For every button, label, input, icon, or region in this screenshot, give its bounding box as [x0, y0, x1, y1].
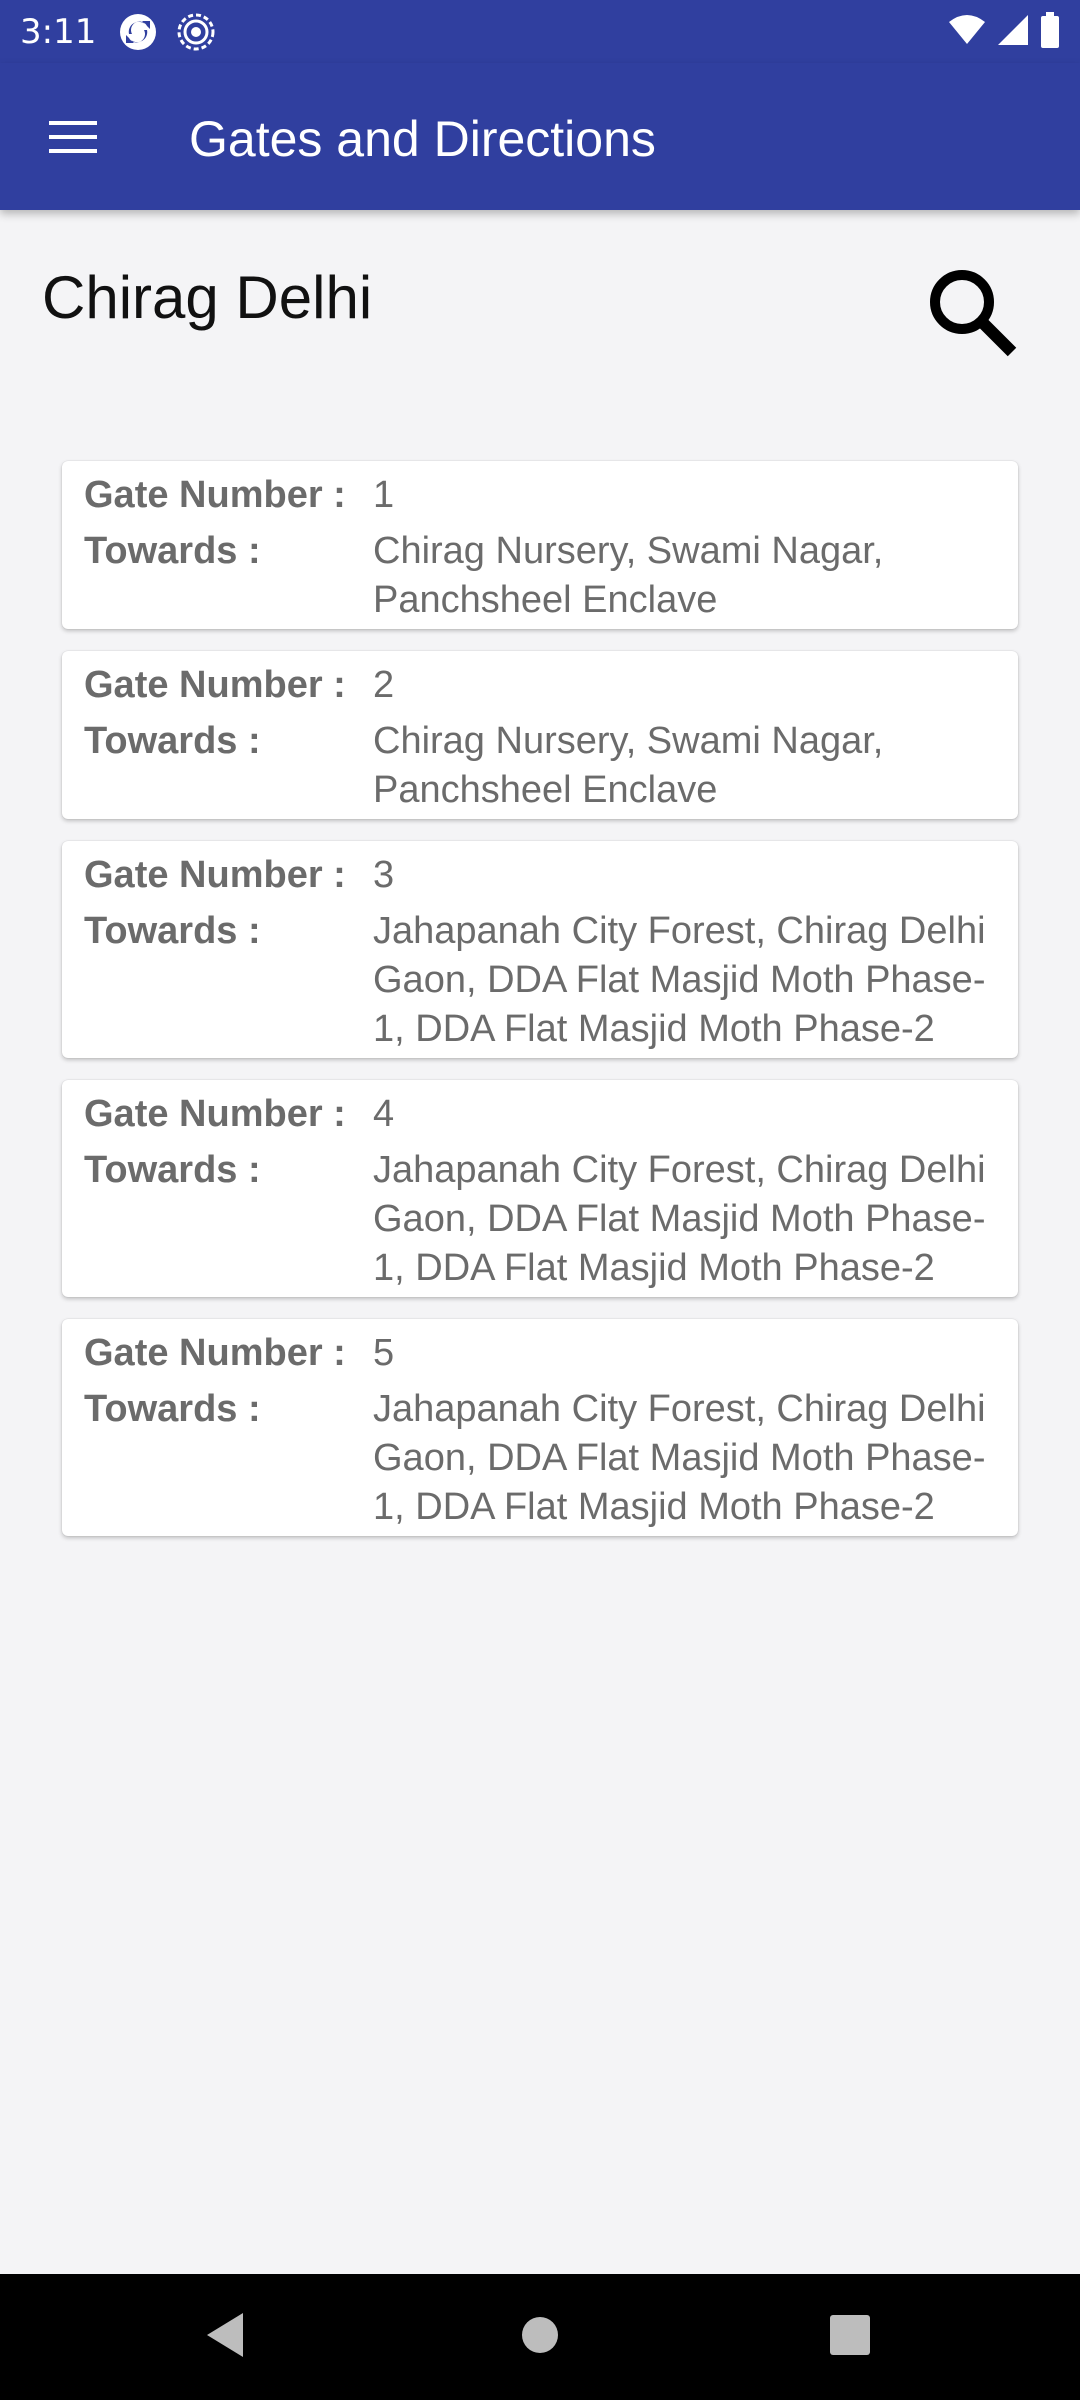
navigation-bar — [0, 2274, 1080, 2400]
towards-value: Jahapanah City Forest, Chirag Delhi Gaon… — [373, 1388, 986, 1528]
recents-button[interactable] — [810, 2297, 890, 2377]
app-bar: Gates and Directions — [0, 63, 1080, 210]
recents-icon — [829, 2314, 871, 2361]
gate-list: Gate Number : 1 Towards : Chirag Nursery… — [62, 461, 1018, 1558]
towards-row: Towards : Jahapanah City Forest, Chirag … — [84, 1385, 1004, 1532]
hamburger-menu-icon — [49, 119, 99, 160]
gate-number-value: 2 — [373, 664, 395, 706]
gate-number-value: 4 — [373, 1093, 395, 1135]
gate-card[interactable]: Gate Number : 5 Towards : Jahapanah City… — [62, 1319, 1018, 1536]
station-name: Chirag Delhi — [42, 264, 373, 331]
wifi-icon — [948, 14, 986, 51]
home-button[interactable] — [500, 2297, 580, 2377]
towards-row: Towards : Jahapanah City Forest, Chirag … — [84, 907, 1004, 1054]
towards-row: Towards : Chirag Nursery, Swami Nagar, P… — [84, 527, 1004, 625]
towards-value: Chirag Nursery, Swami Nagar, Panchsheel … — [373, 720, 884, 811]
towards-label: Towards : — [84, 1388, 261, 1430]
menu-button[interactable] — [30, 103, 118, 175]
search-button[interactable] — [916, 258, 1028, 370]
towards-label: Towards : — [84, 720, 261, 762]
status-bar: 3:11 — [0, 0, 1080, 63]
gate-number-value: 3 — [373, 854, 395, 896]
towards-value: Chirag Nursery, Swami Nagar, Panchsheel … — [373, 530, 884, 621]
gate-number-row: Gate Number : 3 — [84, 851, 1004, 899]
back-button[interactable] — [185, 2297, 265, 2377]
towards-value: Jahapanah City Forest, Chirag Delhi Gaon… — [373, 1149, 986, 1289]
sync-icon — [118, 12, 158, 52]
towards-label: Towards : — [84, 1149, 261, 1191]
gate-number-label: Gate Number : — [84, 474, 346, 516]
gate-number-row: Gate Number : 4 — [84, 1090, 1004, 1138]
battery-icon — [1040, 11, 1060, 53]
gate-number-value: 1 — [373, 474, 395, 516]
gate-number-label: Gate Number : — [84, 1093, 346, 1135]
status-icons-right — [948, 11, 1060, 53]
towards-row: Towards : Chirag Nursery, Swami Nagar, P… — [84, 717, 1004, 815]
gate-card[interactable]: Gate Number : 1 Towards : Chirag Nursery… — [62, 461, 1018, 629]
search-icon — [924, 264, 1020, 365]
gate-card[interactable]: Gate Number : 3 Towards : Jahapanah City… — [62, 841, 1018, 1058]
gate-number-row: Gate Number : 5 — [84, 1329, 1004, 1377]
gate-number-label: Gate Number : — [84, 1332, 346, 1374]
gate-card[interactable]: Gate Number : 2 Towards : Chirag Nursery… — [62, 651, 1018, 819]
towards-value: Jahapanah City Forest, Chirag Delhi Gaon… — [373, 910, 986, 1050]
towards-row: Towards : Jahapanah City Forest, Chirag … — [84, 1146, 1004, 1293]
home-icon — [520, 2315, 560, 2360]
back-icon — [203, 2311, 247, 2364]
gate-number-row: Gate Number : 2 — [84, 661, 1004, 709]
settings-target-icon — [176, 12, 216, 52]
gate-number-value: 5 — [373, 1332, 395, 1374]
towards-label: Towards : — [84, 530, 261, 572]
towards-label: Towards : — [84, 910, 261, 952]
signal-icon — [996, 13, 1030, 52]
gate-card[interactable]: Gate Number : 4 Towards : Jahapanah City… — [62, 1080, 1018, 1297]
gate-number-row: Gate Number : 1 — [84, 471, 1004, 519]
status-time: 3:11 — [20, 12, 97, 52]
gate-number-label: Gate Number : — [84, 854, 346, 896]
app-title: Gates and Directions — [189, 111, 656, 167]
gate-number-label: Gate Number : — [84, 664, 346, 706]
